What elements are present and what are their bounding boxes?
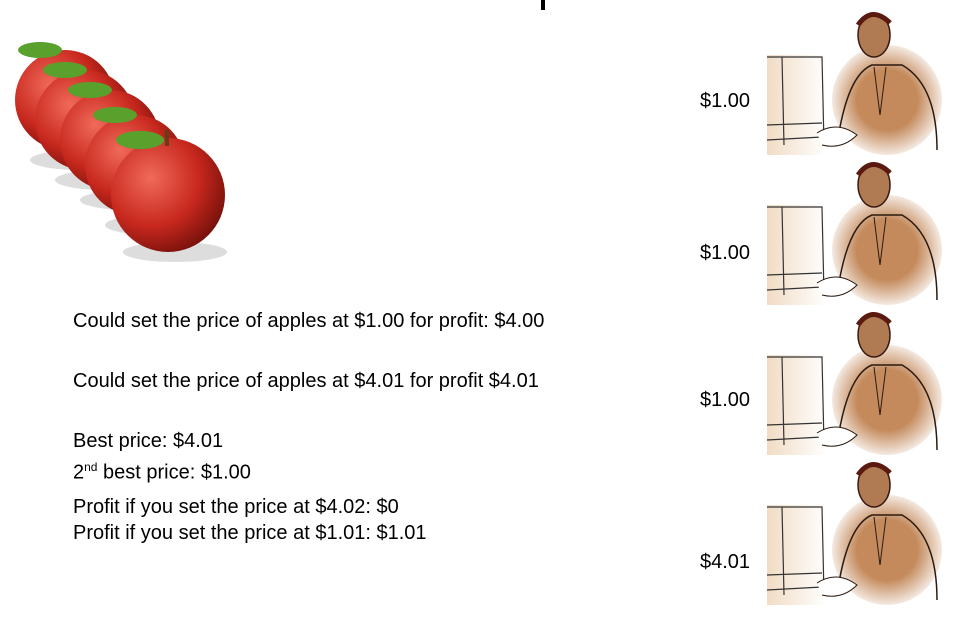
bidder-price: $1.00 xyxy=(700,90,751,112)
title-fragment xyxy=(541,0,545,10)
businessman-at-computer-icon xyxy=(762,455,942,618)
bidder-price: $1.00 xyxy=(700,242,751,264)
apples-image xyxy=(15,42,227,262)
profit-101-text: Profit if you set the price at $1.01: $1… xyxy=(73,522,427,544)
bidder-price: $4.01 xyxy=(700,551,751,573)
second-best-price-text: 2nd best price: $1.00 xyxy=(73,454,251,486)
businessman-at-computer-icon xyxy=(762,5,942,168)
best-price-text: Best price: $4.01 xyxy=(73,430,224,452)
businessman-at-computer-icon xyxy=(762,155,942,318)
option-2-text: Could set the price of apples at $4.01 f… xyxy=(73,370,539,392)
profit-402-text: Profit if you set the price at $4.02: $0 xyxy=(73,496,399,518)
second-sup: nd xyxy=(84,460,98,474)
bidder-price: $1.00 xyxy=(700,389,751,411)
second-rest: best price: $1.00 xyxy=(97,461,251,484)
businessman-at-computer-icon xyxy=(762,305,942,468)
option-1-text: Could set the price of apples at $1.00 f… xyxy=(73,310,545,332)
second-prefix: 2 xyxy=(73,461,85,484)
